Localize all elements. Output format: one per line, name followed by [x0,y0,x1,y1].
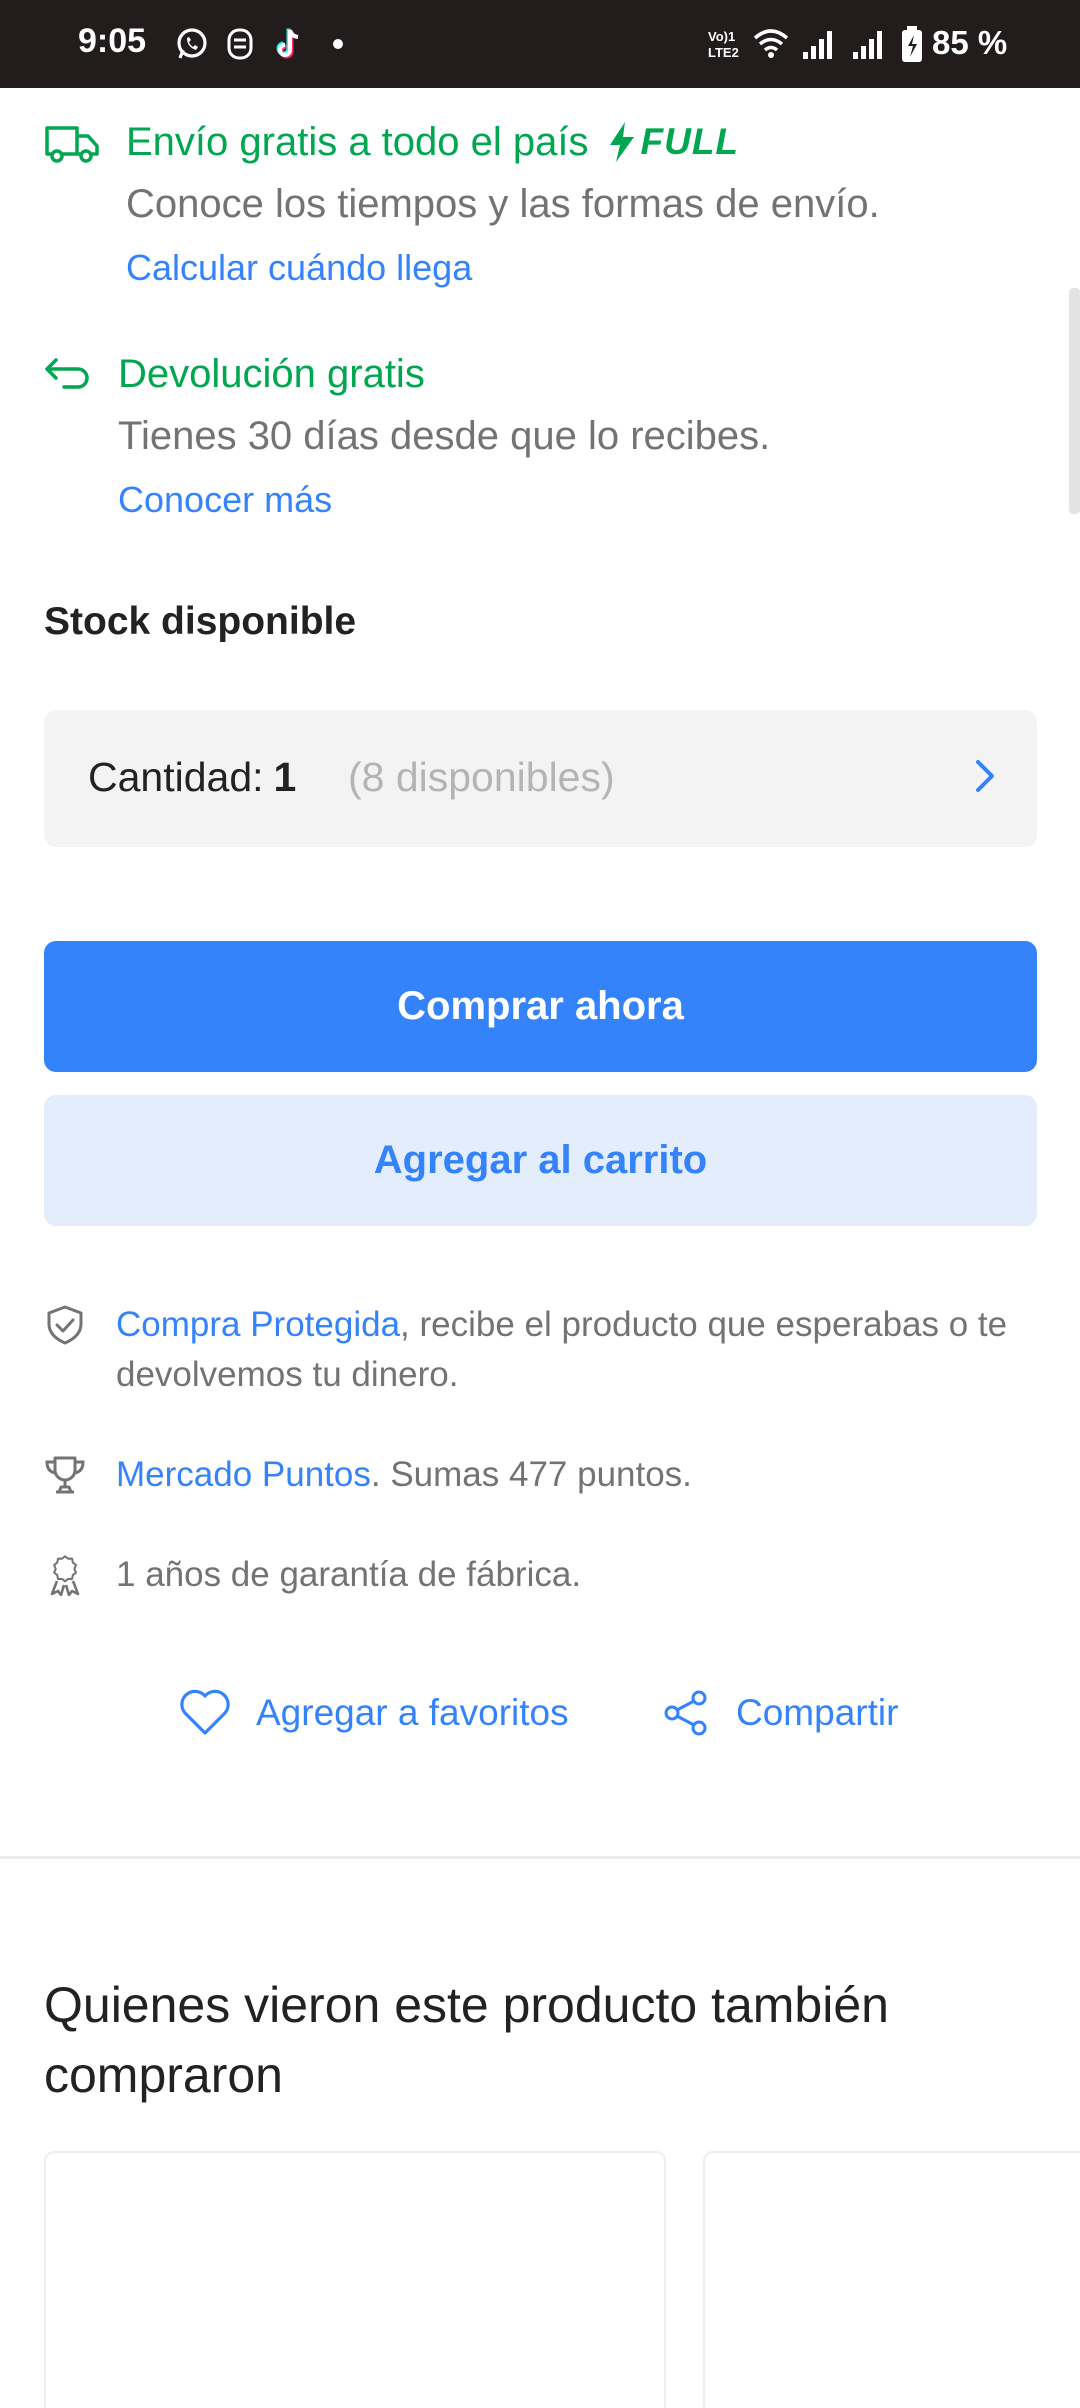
svg-text:LTE2: LTE2 [708,45,739,60]
returns-title: Devolución gratis [118,352,425,396]
product-card[interactable] [703,2151,1080,2408]
dot-icon [328,24,348,64]
trophy-icon [44,1454,86,1496]
messenger-icon [224,24,256,64]
svg-text:Vo)1: Vo)1 [708,29,735,44]
section-divider [0,1856,1080,1859]
share-link[interactable]: Compartir [662,1688,898,1738]
points-desc: . Sumas 477 puntos. [370,1455,692,1494]
signal-icon [800,24,836,64]
add-to-favorites-link[interactable]: Agregar a favoritos [178,1688,569,1738]
tiktok-icon [272,24,306,64]
mercado-points-link[interactable]: Mercado Puntos [116,1455,371,1494]
scrollbar[interactable] [1069,288,1080,514]
calculate-delivery-link[interactable]: Calcular cuándo llega [126,246,472,290]
protected-purchase-benefit: Compra Protegida, recibe el producto que… [44,1300,1007,1394]
quantity-label-wrap: Cantidad: 1 [88,754,296,801]
truck-icon [44,122,100,171]
shipping-title: Envío gratis a todo el país [126,120,589,164]
warranty-benefit: 1 años de garantía de fábrica. [44,1550,581,1597]
share-icon [664,1690,707,1736]
add-to-cart-button[interactable]: Agregar al carrito [44,1095,1037,1226]
quantity-label: Cantidad: [88,754,264,800]
available-count: (8 disponibles) [348,754,615,800]
chevron-right-icon [973,756,997,801]
lightning-icon [609,122,634,162]
status-time: 9:05 [78,22,147,60]
wifi-icon [752,24,790,64]
recommendations-title: Quienes vieron este producto también com… [44,1977,889,2103]
quantity-selector[interactable]: Cantidad: 1 (8 disponibles) [44,710,1037,847]
signal-icon-2 [850,24,886,64]
buy-now-button[interactable]: Comprar ahora [44,941,1037,1072]
points-text: Mercado Puntos. Sumas 477 puntos. [116,1450,1066,1500]
award-ribbon-icon [44,1554,86,1597]
learn-more-link[interactable]: Conocer más [118,478,332,522]
return-arrow-icon [44,354,92,399]
favorites-label: Agregar a favoritos [256,1692,569,1733]
protected-purchase-text: Compra Protegida, recibe el producto que… [116,1300,1066,1400]
heart-icon [180,1689,230,1735]
quantity-value: 1 [273,754,297,800]
status-bar: 9:05 Vo)1 LTE2 85 % [0,0,1080,88]
product-card[interactable] [44,2151,666,2408]
stock-heading: Stock disponible [44,600,357,643]
returns-subtitle: Tienes 30 días desde que lo recibes. [118,414,771,458]
warranty-text: 1 años de garantía de fábrica. [116,1555,582,1594]
protected-purchase-link[interactable]: Compra Protegida [116,1305,400,1344]
battery-icon [898,24,926,64]
points-benefit: Mercado Puntos. Sumas 477 puntos. [44,1450,692,1496]
battery-percent: 85 % [932,24,1008,61]
full-badge: FULL [607,121,740,163]
full-label: FULL [640,121,740,162]
product-actions: Agregar a favoritos Compartir [0,1688,1080,1748]
volte-icon: Vo)1 LTE2 [706,24,746,64]
shield-check-icon [44,1304,86,1346]
whatsapp-icon [174,24,210,64]
shipping-subtitle: Conoce los tiempos y las formas de envío… [126,182,880,226]
share-label: Compartir [736,1692,899,1733]
